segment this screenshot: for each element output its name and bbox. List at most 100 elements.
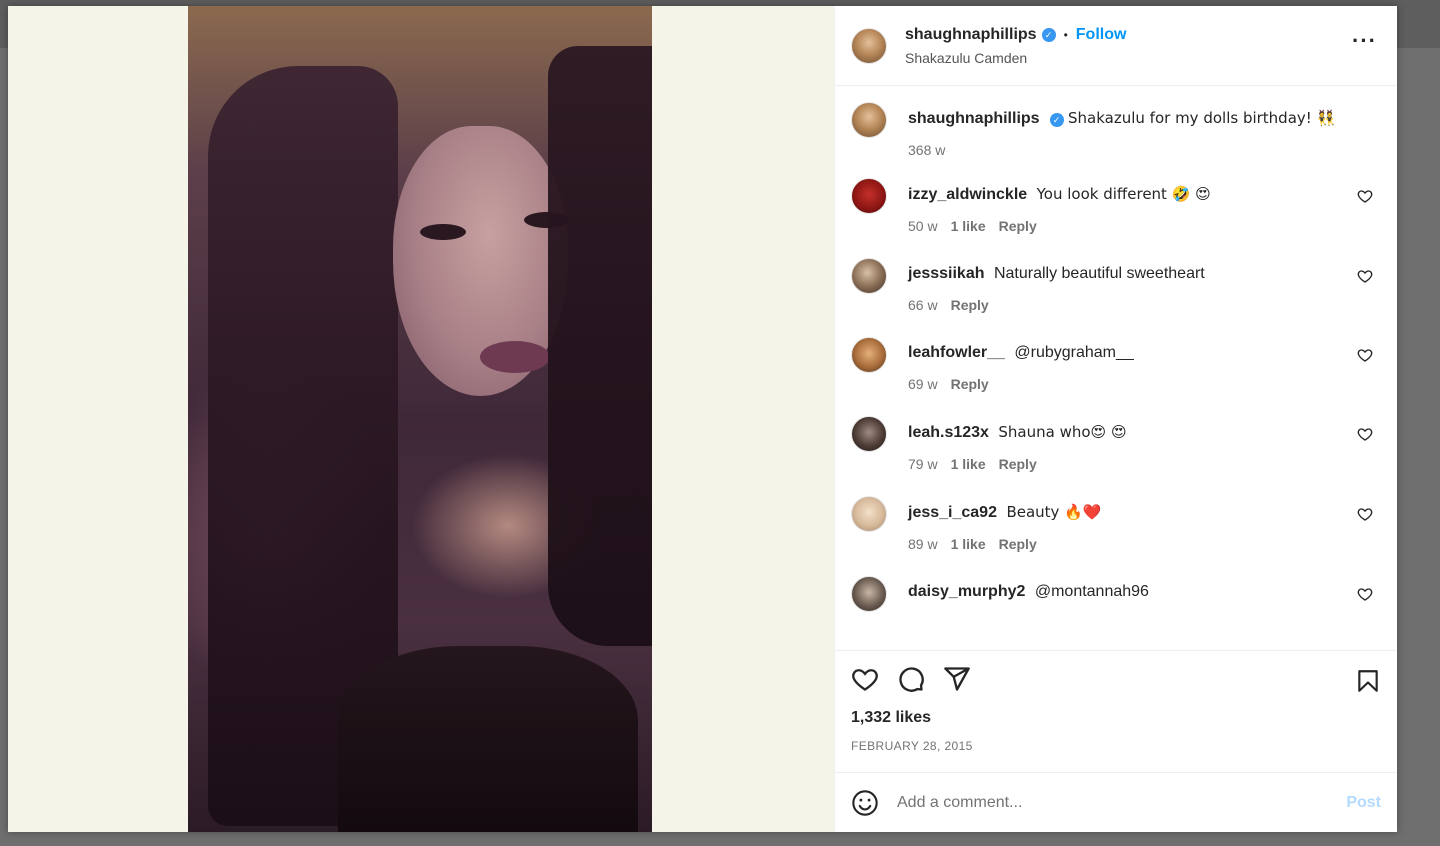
header-separator: • [1063, 27, 1068, 42]
photo-clothing [338, 646, 638, 832]
comment-body: leahfowler__ @rubygraham__ 69 w Reply [908, 337, 1381, 392]
comment-text-line: izzy_aldwinckle You look different 🤣 😍 [908, 183, 1381, 206]
comment-heart-icon[interactable] [1357, 506, 1373, 522]
comment-meta: 89 w 1 like Reply [908, 536, 1381, 552]
comment-text-line: jesssiikah Naturally beautiful sweethear… [908, 263, 1381, 285]
comment-heart-icon[interactable] [1357, 426, 1373, 442]
post-date[interactable]: FEBRUARY 28, 2015 [851, 739, 1381, 753]
comment-text-line: jess_i_ca92 Beauty 🔥❤️ [908, 501, 1381, 524]
post-comment-button[interactable]: Post [1346, 794, 1381, 812]
comment-age[interactable]: 89 w [908, 536, 938, 552]
post-photo[interactable] [188, 6, 652, 832]
caption-username[interactable]: shaughnaphillips [908, 110, 1040, 127]
comment-like-count[interactable]: 1 like [951, 218, 986, 234]
caption-meta: 368 w [908, 142, 1381, 158]
verified-badge-icon: ✓ [1041, 27, 1056, 42]
comment-age[interactable]: 69 w [908, 376, 938, 392]
comment-body: izzy_aldwinckle You look different 🤣 😍 5… [908, 178, 1381, 234]
comment-body: leah.s123x Shauna who😍 😍 79 w 1 like Rep… [908, 416, 1381, 472]
post-like-count[interactable]: 1,332 likes [851, 709, 1381, 727]
comment-text: You look different 🤣 😍 [1036, 185, 1211, 203]
post-modal: shaughnaphillips ✓ • Follow Shakazulu Ca… [8, 6, 1397, 832]
post-location[interactable]: Shakazulu Camden [905, 50, 1126, 66]
comment-username[interactable]: jess_i_ca92 [908, 504, 997, 521]
comment-meta: 69 w Reply [908, 376, 1381, 392]
photo-hair-right [548, 46, 652, 646]
comment-avatar[interactable] [851, 496, 887, 532]
emoji-icon[interactable] [851, 789, 879, 817]
comment-text-line: leah.s123x Shauna who😍 😍 [908, 421, 1381, 444]
owner-username[interactable]: shaughnaphillips [905, 26, 1037, 44]
comment-body: jess_i_ca92 Beauty 🔥❤️ 89 w 1 like Reply [908, 496, 1381, 552]
reply-button[interactable]: Reply [951, 376, 989, 392]
comment-heart-icon[interactable] [1357, 586, 1373, 602]
caption-text-line: shaughnaphillips ✓ Shakazulu for my dolls… [908, 107, 1381, 130]
comment-meta: 66 w Reply [908, 297, 1381, 313]
comment-row: izzy_aldwinckle You look different 🤣 😍 5… [851, 178, 1381, 234]
comment-meta: 50 w 1 like Reply [908, 218, 1381, 234]
comment-heart-icon[interactable] [1357, 268, 1373, 284]
comment-text: Naturally beautiful sweetheart [993, 265, 1205, 282]
reply-button[interactable]: Reply [999, 536, 1037, 552]
action-icons [851, 665, 1381, 693]
comment-username[interactable]: daisy_murphy2 [908, 583, 1025, 600]
bookmark-icon[interactable] [1355, 667, 1381, 695]
comment-text: Shauna who😍 😍 [998, 423, 1127, 441]
reply-button[interactable]: Reply [999, 456, 1037, 472]
comment-age[interactable]: 79 w [908, 456, 938, 472]
comment-bubble-icon[interactable] [897, 665, 925, 693]
post-header: shaughnaphillips ✓ • Follow Shakazulu Ca… [835, 6, 1397, 86]
caption-age[interactable]: 368 w [908, 142, 945, 158]
header-line: shaughnaphillips ✓ • Follow [905, 26, 1126, 44]
comment-mention[interactable]: @rubygraham__ [1014, 344, 1133, 361]
comment-username[interactable]: leahfowler__ [908, 344, 1005, 361]
comment-row: leah.s123x Shauna who😍 😍 79 w 1 like Rep… [851, 416, 1381, 472]
photo-lips [480, 341, 550, 373]
reply-button[interactable]: Reply [951, 297, 989, 313]
comment-text-line: leahfowler__ @rubygraham__ [908, 342, 1381, 364]
post-sidebar: shaughnaphillips ✓ • Follow Shakazulu Ca… [834, 6, 1397, 832]
post-media [8, 6, 834, 832]
comment-like-count[interactable]: 1 like [951, 536, 986, 552]
add-comment-bar: Post [835, 772, 1397, 832]
comment-heart-icon[interactable] [1357, 188, 1373, 204]
comment-meta: 79 w 1 like Reply [908, 456, 1381, 472]
post-actions: 1,332 likes FEBRUARY 28, 2015 [835, 650, 1397, 772]
share-send-icon[interactable] [943, 665, 971, 693]
more-options-icon[interactable]: ··· [1352, 30, 1377, 52]
caption-body: shaughnaphillips ✓ Shakazulu for my dolls… [908, 102, 1381, 158]
comment-age[interactable]: 66 w [908, 297, 938, 313]
comment-input[interactable] [897, 793, 1347, 812]
comment-avatar[interactable] [851, 178, 887, 214]
caption-row: shaughnaphillips ✓ Shakazulu for my dolls… [851, 102, 1381, 158]
comments-list[interactable]: shaughnaphillips ✓ Shakazulu for my dolls… [835, 86, 1397, 650]
comment-row: leahfowler__ @rubygraham__ 69 w Reply [851, 337, 1381, 392]
comment-avatar[interactable] [851, 337, 887, 373]
reply-button[interactable]: Reply [999, 218, 1037, 234]
comment-heart-icon[interactable] [1357, 347, 1373, 363]
comment-username[interactable]: leah.s123x [908, 424, 989, 441]
follow-button[interactable]: Follow [1076, 26, 1127, 44]
comment-row: daisy_murphy2 @montannah96 [851, 576, 1381, 612]
verified-badge-icon: ✓ [1049, 113, 1064, 127]
header-text: shaughnaphillips ✓ • Follow Shakazulu Ca… [905, 26, 1126, 66]
comment-avatar[interactable] [851, 416, 887, 452]
comment-row: jess_i_ca92 Beauty 🔥❤️ 89 w 1 like Reply [851, 496, 1381, 552]
comment-username[interactable]: jesssiikah [908, 265, 985, 282]
comment-body: daisy_murphy2 @montannah96 [908, 576, 1381, 612]
comment-mention[interactable]: @montannah96 [1035, 583, 1149, 600]
comment-username[interactable]: izzy_aldwinckle [908, 186, 1027, 203]
comment-avatar[interactable] [851, 576, 887, 612]
comment-avatar[interactable] [851, 258, 887, 294]
owner-avatar[interactable] [851, 27, 887, 64]
comment-row: jesssiikah Naturally beautiful sweethear… [851, 258, 1381, 313]
comment-body: jesssiikah Naturally beautiful sweethear… [908, 258, 1381, 313]
comment-text-line: daisy_murphy2 @montannah96 [908, 581, 1381, 603]
like-heart-icon[interactable] [851, 665, 879, 693]
comment-text: Beauty 🔥❤️ [1006, 503, 1102, 521]
photo-eye-left [420, 224, 466, 240]
comment-age[interactable]: 50 w [908, 218, 938, 234]
comment-like-count[interactable]: 1 like [951, 456, 986, 472]
caption-avatar[interactable] [851, 102, 887, 138]
caption-text: Shakazulu for my dolls birthday! 👯 [1068, 109, 1336, 127]
